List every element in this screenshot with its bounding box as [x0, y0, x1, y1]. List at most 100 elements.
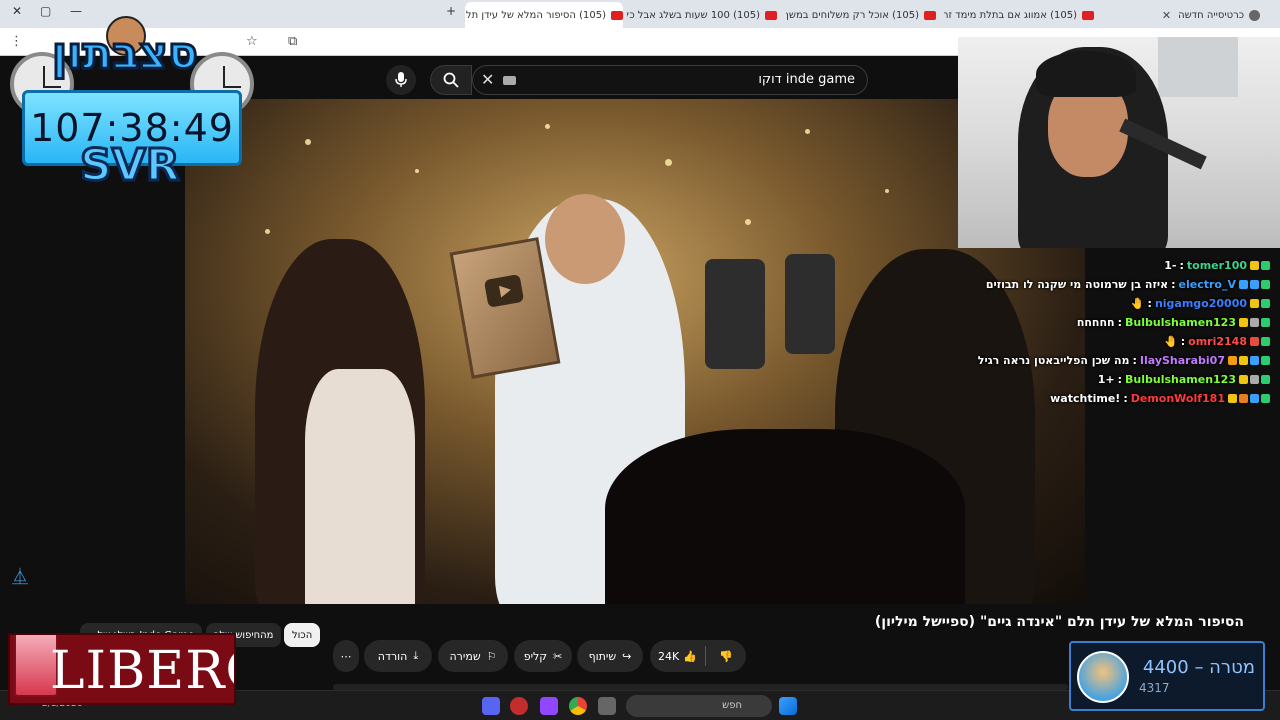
chat-message: Bulbulshamen123 : חחחחח	[1077, 313, 1272, 331]
app-icon[interactable]	[510, 697, 528, 715]
confetti-sparkle	[545, 124, 550, 129]
save-button[interactable]: ⚐ שמירה	[438, 640, 508, 672]
video-player[interactable]	[185, 99, 1085, 604]
search-query: inde game דוקו	[758, 72, 855, 87]
youtube-icon	[765, 10, 777, 20]
confetti-sparkle	[885, 189, 889, 193]
dislike-icon[interactable]: 👎	[706, 650, 746, 663]
share-button[interactable]: ↪ שיתוף	[577, 640, 643, 672]
more-actions-button[interactable]: ⋯	[333, 640, 359, 672]
wall-window	[1158, 37, 1238, 97]
chat-message: DemonWolf181 : !watchtime	[1050, 389, 1272, 407]
streamer-webcam	[958, 37, 1280, 248]
windows-start-icon[interactable]	[779, 697, 797, 715]
phone-silhouette	[785, 254, 835, 354]
goal-title: מטרה – 4400	[1143, 657, 1255, 678]
chat-username: Bulbulshamen123	[1125, 315, 1236, 329]
search-button[interactable]	[430, 65, 472, 95]
video-title: הסיפור המלא של עידן תלם "אינדה גיים" (ספ…	[874, 614, 1244, 630]
download-button[interactable]: ⤓ הורדה	[364, 640, 432, 672]
taskbar-search-input[interactable]: חפש	[626, 695, 772, 717]
goal-separator: –	[1194, 657, 1204, 678]
bookmark-icon: ⚐	[486, 649, 497, 663]
chat-text: +1	[1097, 372, 1115, 386]
keyboard-icon[interactable]	[503, 76, 516, 85]
close-window-button[interactable]: ✕	[12, 4, 22, 18]
tab-title: (105) אוכל רק משלוחים במשך...	[786, 9, 919, 21]
menu-icon[interactable]: ⋮	[10, 34, 23, 49]
chat-username: Bulbulshamen123	[1125, 372, 1236, 386]
youtube-icon	[611, 10, 623, 20]
clip-label: קליפ	[523, 649, 548, 663]
microphone-icon	[395, 72, 407, 87]
more-icon: ⋯	[340, 649, 352, 663]
chrome-icon[interactable]	[569, 697, 587, 715]
tab-active-video[interactable]: (105) הסיפור המלא של עידן תלם... ✕	[465, 2, 623, 28]
chip-all[interactable]: הכול	[284, 623, 321, 647]
chat-message: Bulbulshamen123 : +1	[1098, 370, 1272, 388]
chat-username: omri2148	[1188, 334, 1247, 348]
headphones	[1036, 51, 1136, 97]
chat-message: nigamgo20000 : 🤚	[1131, 294, 1272, 312]
chat-text: איזה בן שרמוטה מי שקנה לו תבוזים	[985, 277, 1169, 291]
chat-text: חחחחח	[1076, 315, 1115, 329]
search-icon	[443, 72, 459, 88]
clear-search-icon[interactable]: ✕	[481, 70, 494, 89]
chat-username: electro_V	[1178, 277, 1236, 291]
confetti-sparkle	[415, 169, 419, 173]
close-icon[interactable]: ✕	[1162, 9, 1171, 22]
confetti-sparkle	[265, 229, 270, 234]
chat-message: IlaySharabi07 : מה שכן הפלייבאטן נראה רג…	[978, 351, 1272, 369]
tab-title: (105) הסיפור המלא של עידן תלם...	[465, 9, 606, 21]
tab-video-1[interactable]: (105) אמווג אם בתלת מימד זה... ✕	[944, 4, 1094, 26]
minimize-window-button[interactable]: —	[70, 4, 82, 18]
like-count: 24K	[658, 649, 680, 663]
chat-text: 🤚	[1164, 334, 1178, 348]
like-dislike-group: 👎 24K 👍	[650, 640, 746, 672]
goal-label: מטרה	[1209, 657, 1255, 678]
tab-video-3[interactable]: (105) 100 שעות בשלג אבל כל... ✕	[627, 4, 777, 26]
new-tab-button[interactable]: +	[446, 4, 456, 18]
play-icon	[483, 273, 525, 308]
chat-text: 🤚	[1130, 296, 1145, 310]
youtube-icon	[924, 10, 936, 20]
chat-username: IlaySharabi07	[1139, 353, 1225, 367]
chat-message: omri2148 : 🤚	[1164, 332, 1272, 350]
follower-goal-widget: מטרה – 4400 4317	[1069, 641, 1265, 711]
confetti-sparkle	[745, 219, 751, 225]
like-button[interactable]: 24K 👍	[650, 650, 705, 663]
browser-tab-bar: ✕ ▢ — + (105) הסיפור המלא של עידן תלם...…	[0, 0, 1280, 28]
tab-video-2[interactable]: (105) אוכל רק משלוחים במשך... ✕	[786, 4, 936, 26]
scissors-icon: ✂	[553, 649, 563, 663]
side-logo-icon: ⏅	[12, 567, 29, 586]
goal-avatar	[1077, 651, 1129, 703]
sponsor-banner: LIBERO	[8, 633, 236, 705]
file-explorer-icon[interactable]	[598, 697, 616, 715]
chat-text: -1	[1164, 258, 1177, 272]
extension-icon[interactable]: ⧉	[288, 34, 297, 49]
search-input[interactable]: ✕ inde game דוקו	[472, 65, 868, 95]
tab-new[interactable]: כרטיסייה חדשה ✕	[1100, 4, 1260, 26]
sponsor-name: LIBERO	[50, 641, 234, 701]
share-icon: ↪	[622, 649, 632, 663]
download-label: הורדה	[377, 649, 408, 663]
confetti-sparkle	[305, 139, 311, 145]
like-icon: 👍	[683, 649, 697, 663]
taskbar-search-placeholder: חפש	[722, 700, 742, 711]
clip-button[interactable]: ✂ קליפ	[514, 640, 572, 672]
maximize-window-button[interactable]: ▢	[40, 4, 51, 18]
chat-message: tomer100 : -1	[1164, 256, 1272, 274]
star-icon[interactable]: ☆	[246, 34, 258, 49]
chrome-icon	[1249, 9, 1260, 21]
voice-search-button[interactable]	[386, 65, 416, 95]
obs-icon[interactable]	[540, 697, 558, 715]
white-dress	[305, 369, 415, 604]
tab-title: (105) אמווג אם בתלת מימד זה...	[944, 9, 1077, 21]
discord-icon[interactable]	[482, 697, 500, 715]
face	[545, 194, 625, 284]
chat-username: DemonWolf181	[1130, 391, 1225, 405]
share-label: שיתוף	[588, 649, 617, 663]
download-icon: ⤓	[413, 649, 419, 662]
screen: ✕ ▢ — + (105) הסיפור המלא של עידן תלם...…	[0, 0, 1280, 720]
server-label: SVR	[79, 139, 182, 193]
